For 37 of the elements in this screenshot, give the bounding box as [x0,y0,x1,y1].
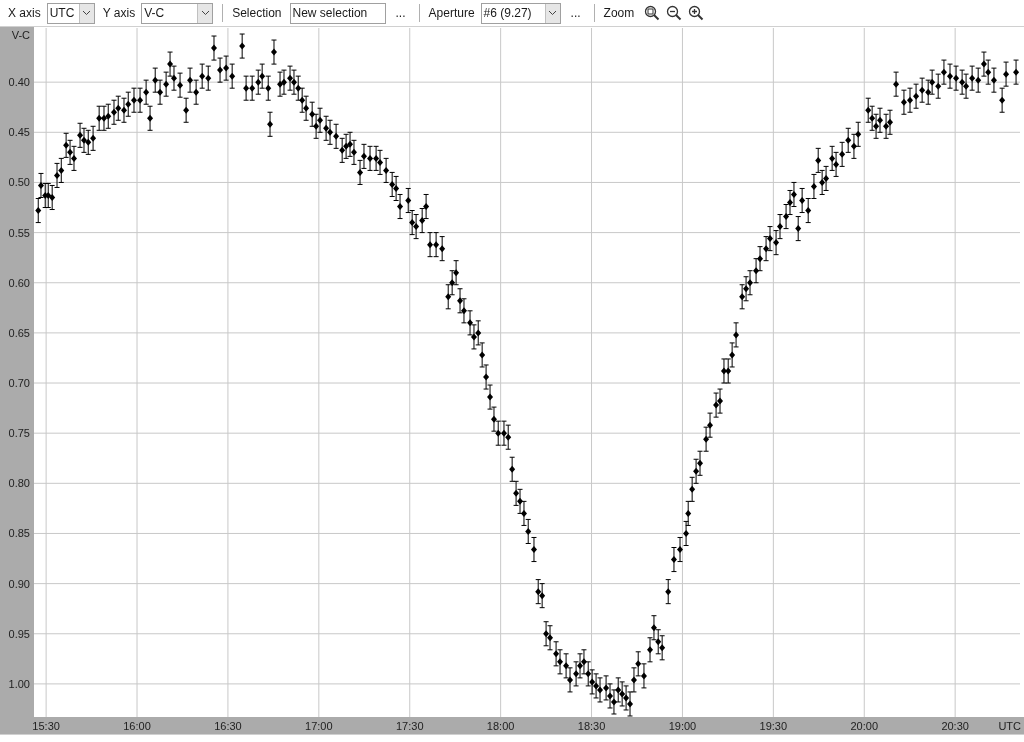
x-tick-label: 16:00 [123,720,151,732]
y-axis-label: Y axis [102,5,136,22]
x-tick-label: 16:30 [214,720,242,732]
y-tick-label: 0.65 [8,326,30,339]
x-tick-label: 18:00 [486,720,515,732]
y-tick-label: 0.45 [8,126,30,139]
y-tick-label: 0.75 [8,427,30,440]
x-tick-label: 19:30 [759,720,788,732]
y-axis-dropdown[interactable]: V-C [141,2,214,24]
y-tick-label: 0.70 [8,377,30,390]
y-tick-label: 0.55 [8,226,30,239]
y-tick-label: 0.85 [8,527,30,540]
y-tick-label: 0.50 [8,176,30,189]
x-tick-label: 17:00 [305,720,333,732]
x-axis-title: UTC [998,720,1021,732]
aperture-label: Aperture [428,5,475,22]
selection-field[interactable]: New selection [289,2,386,24]
y-tick-label: 1.00 [8,677,30,690]
selection-more-button[interactable]: ... [391,4,410,22]
aperture-more-button[interactable]: ... [566,4,585,22]
y-axis-title: V-C [11,29,30,41]
y-tick-label: 0.60 [8,276,30,289]
x-tick-label: 19:00 [668,720,697,732]
x-axis-dropdown[interactable]: UTC [46,2,95,24]
aperture-dropdown[interactable]: #6 (9.27) [480,2,561,24]
x-tick-label: 20:00 [850,720,878,732]
y-tick-label: 0.40 [8,76,30,89]
y-tick-label: 0.90 [8,577,30,590]
y-tick-label: 0.95 [8,627,30,640]
x-axis-label: X axis [8,5,41,22]
x-tick-label: 15:30 [32,720,60,732]
x-tick-label: 18:30 [577,720,606,732]
selection-label: Selection [232,5,282,22]
x-tick-label: 20:30 [941,720,969,732]
x-tick-label: 17:30 [395,720,424,732]
zoom-label: Zoom [603,5,635,22]
y-tick-label: 0.80 [8,477,30,490]
